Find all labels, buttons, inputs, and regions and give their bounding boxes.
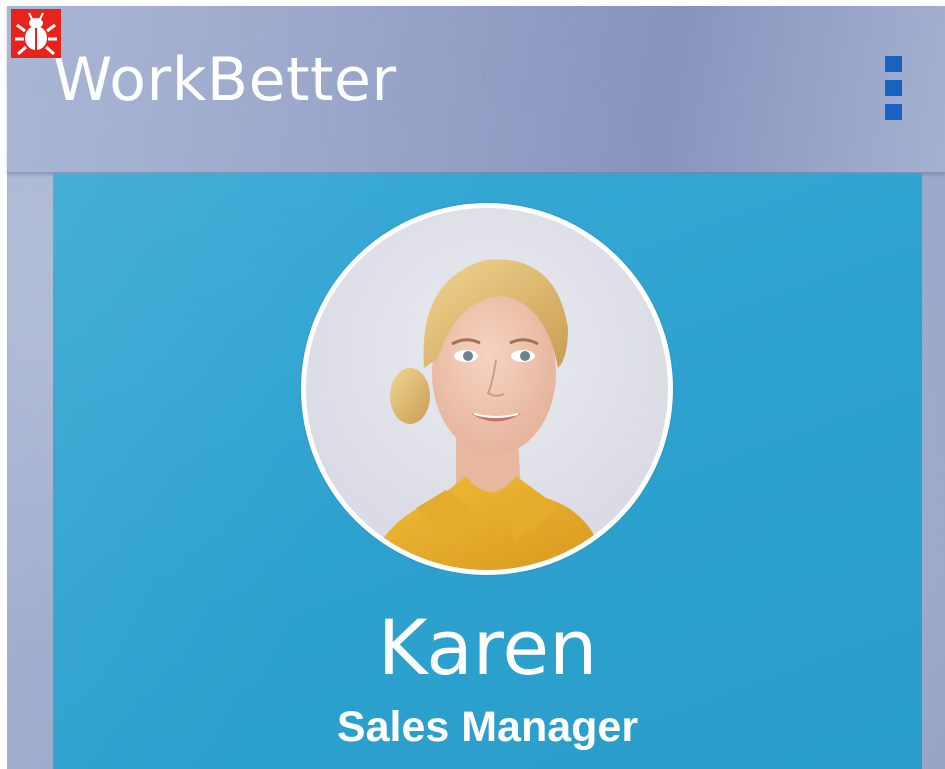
app-screen: WorkBetter Karen Sales Manager	[0, 0, 945, 769]
bug-icon-glyph	[15, 12, 57, 56]
menu-dot	[885, 80, 902, 96]
profile-role: Sales Manager	[336, 703, 639, 751]
profile-name: Karen	[377, 603, 598, 692]
menu-dot	[885, 104, 902, 120]
avatar[interactable]	[301, 203, 673, 575]
app-title: WorkBetter	[53, 45, 397, 115]
menu-dot	[885, 56, 902, 72]
bug-icon[interactable]	[11, 9, 61, 58]
avatar-photo	[306, 208, 668, 570]
more-vert-icon[interactable]	[877, 52, 907, 126]
